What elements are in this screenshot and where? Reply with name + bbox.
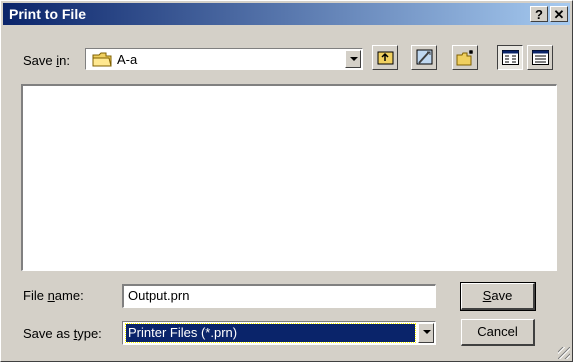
window-title: Print to File	[9, 6, 86, 22]
up-one-level-button[interactable]	[372, 45, 398, 70]
save-in-value: A-a	[117, 52, 138, 67]
details-view-button[interactable]	[527, 45, 553, 70]
save-as-type-value: Printer Files (*.prn)	[125, 323, 416, 343]
resize-grip[interactable]	[558, 347, 570, 359]
print-to-file-dialog: Print to File ? ✕ Save in: A-a File name…	[0, 0, 573, 362]
close-button[interactable]: ✕	[550, 6, 568, 22]
cancel-button[interactable]: Cancel	[461, 319, 535, 346]
desktop-icon	[416, 49, 433, 69]
file-name-label: File name:	[23, 288, 84, 303]
chevron-down-icon[interactable]	[345, 50, 361, 68]
file-name-input[interactable]: Output.prn	[122, 284, 436, 308]
save-in-label: Save in:	[23, 53, 70, 68]
save-as-type-label: Save as type:	[23, 326, 102, 341]
chevron-down-icon[interactable]	[418, 323, 434, 343]
title-bar[interactable]: Print to File ? ✕	[3, 3, 570, 25]
desktop-button[interactable]	[411, 45, 437, 70]
create-new-folder-button[interactable]	[452, 45, 478, 70]
save-button[interactable]: Save	[460, 282, 536, 311]
file-list[interactable]	[21, 84, 557, 271]
details-view-icon	[532, 50, 549, 68]
list-view-icon	[502, 50, 519, 68]
folder-icon	[92, 52, 112, 70]
up-one-level-icon	[377, 49, 394, 68]
list-view-button[interactable]	[497, 45, 523, 70]
help-button[interactable]: ?	[530, 6, 548, 22]
save-as-type-dropdown[interactable]: Printer Files (*.prn)	[122, 321, 436, 345]
save-in-dropdown[interactable]: A-a	[85, 48, 363, 70]
create-new-folder-icon	[456, 49, 475, 69]
